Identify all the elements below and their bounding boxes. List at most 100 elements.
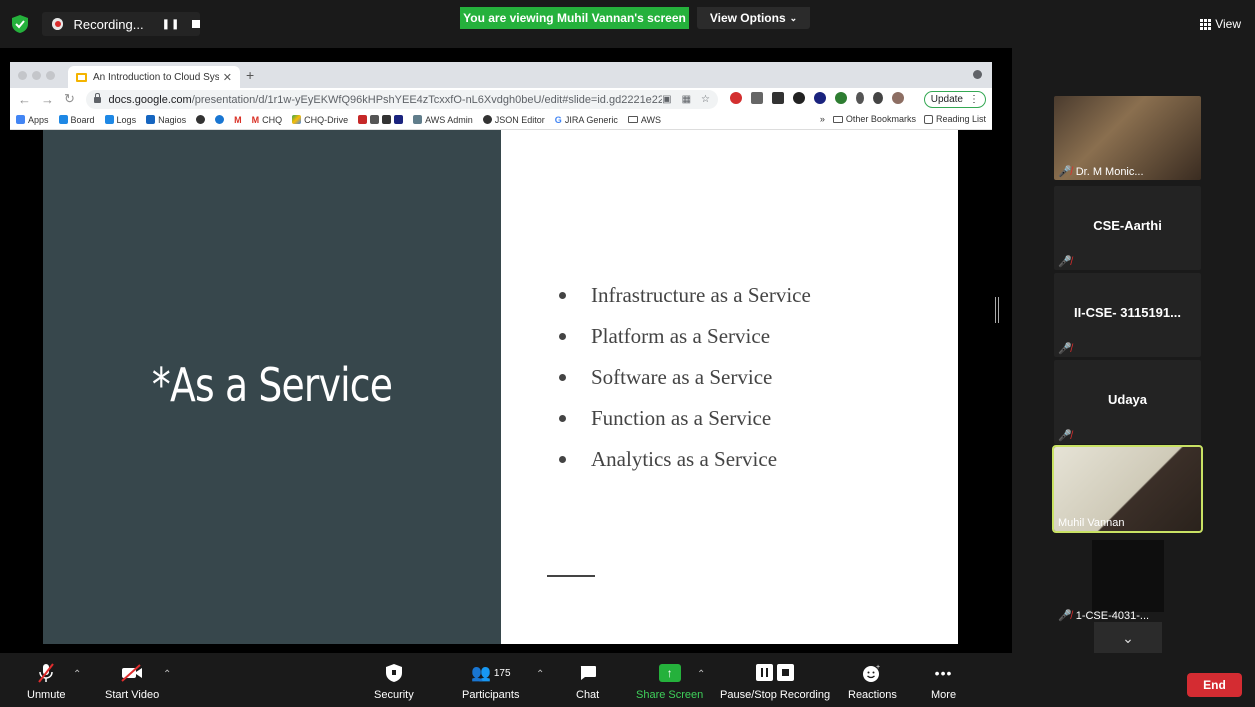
panel-resize-handle[interactable]	[995, 297, 999, 323]
extension-icon[interactable]	[793, 92, 805, 104]
new-tab-icon[interactable]: +	[246, 67, 254, 83]
chevron-up-icon[interactable]: ⌃	[163, 669, 171, 680]
mic-muted-icon: 🎤̸	[1058, 610, 1072, 622]
bookmark-icon	[215, 115, 225, 124]
share-icon-wrap: ↑	[658, 661, 681, 685]
view-button[interactable]: View	[1200, 17, 1241, 31]
close-icon[interactable]: ✕	[223, 71, 232, 84]
bookmark-json-editor[interactable]: JSON Editor	[482, 115, 545, 125]
share-screen-button[interactable]: ↑ Share Screen	[636, 661, 703, 701]
url-field[interactable]: docs.google.com /presentation/d/1r1w-yEy…	[86, 90, 718, 109]
bookmark-icon	[196, 115, 206, 124]
more-button[interactable]: ••• More	[931, 661, 956, 701]
jira-icon	[58, 115, 68, 124]
shield-icon[interactable]	[12, 15, 28, 33]
chevron-up-icon[interactable]: ⌃	[73, 669, 81, 680]
participant-count: 175	[493, 667, 511, 679]
jira-icon	[104, 115, 114, 124]
bookmark-icon-1[interactable]	[196, 115, 206, 124]
puzzle-icon[interactable]	[873, 92, 883, 104]
cast-icon[interactable]: ▣	[662, 94, 671, 105]
overflow-icon[interactable]: »	[820, 114, 825, 124]
security-shield-icon	[385, 661, 402, 685]
slide-left-panel: *As a Service	[43, 130, 501, 644]
start-video-button[interactable]: Start Video	[105, 661, 159, 701]
profile-icon[interactable]	[973, 70, 982, 79]
participant-tile[interactable]: 🎤̸ Dr. M Monic...	[1054, 96, 1201, 180]
aws-icon	[413, 115, 423, 124]
slide-title: *As a Service	[151, 358, 393, 412]
participants-label: Participants	[462, 689, 520, 701]
view-options-button[interactable]: View Options ⌄	[697, 7, 810, 29]
reactions-button[interactable]: + Reactions	[848, 661, 897, 701]
chat-label: Chat	[576, 689, 600, 701]
slide-right-panel: Infrastructure as a Service Platform as …	[501, 130, 958, 644]
window-controls[interactable]	[18, 71, 55, 80]
reading-list[interactable]: Reading List	[923, 114, 986, 124]
bookmark-gmail[interactable]: M	[234, 115, 242, 125]
extension-icon[interactable]	[751, 92, 763, 104]
chevron-up-icon[interactable]: ⌃	[536, 669, 544, 680]
bookmark-apps[interactable]: Apps	[16, 115, 49, 125]
extension-icon[interactable]	[835, 92, 847, 104]
bookmark-jira-generic[interactable]: G JIRA Generic	[555, 115, 618, 125]
bookmark-chq-drive[interactable]: CHQ-Drive	[292, 115, 348, 125]
bookmark-board[interactable]: Board	[58, 115, 95, 125]
security-button[interactable]: Security	[374, 661, 414, 701]
bookmark-aws-admin[interactable]: AWS Admin	[413, 115, 473, 125]
browser-tab[interactable]: An Introduction to Cloud Syste ✕	[68, 66, 240, 88]
more-icon: •••	[934, 665, 953, 681]
bookmark-aws[interactable]: AWS	[627, 115, 661, 125]
mic-muted-icon	[36, 661, 56, 685]
share-screen-icon: ↑	[658, 664, 681, 682]
browser-window: An Introduction to Cloud Syste ✕ + ← → ↻…	[10, 62, 992, 652]
end-button[interactable]: End	[1187, 673, 1242, 697]
tile-label: 🎤̸ 1-CSE-4031-...	[1058, 609, 1149, 623]
pause-icon[interactable]: ❚❚	[162, 19, 181, 30]
participant-tile-active-speaker[interactable]: Muhil Vannan	[1052, 445, 1203, 533]
unmute-button[interactable]: Unmute	[27, 661, 66, 701]
gallery-next-button[interactable]: ⌄	[1094, 622, 1162, 654]
participant-tile[interactable]: II-CSE- 3115191... 🎤̸	[1054, 273, 1201, 357]
forward-icon[interactable]: →	[41, 92, 54, 107]
tile-label: 🎤̸ Dr. M Monic...	[1058, 165, 1144, 179]
address-bar-row: ← → ↻ docs.google.com /presentation/d/1r…	[10, 88, 992, 110]
bookmark-icons[interactable]	[358, 115, 404, 124]
participants-button[interactable]: 👥 175 Participants	[462, 661, 519, 701]
tile-label: Muhil Vannan	[1058, 517, 1124, 529]
stop-icon[interactable]	[192, 20, 200, 28]
bullet-list: Infrastructure as a Service Platform as …	[556, 275, 811, 480]
chat-button[interactable]: Chat	[576, 661, 599, 701]
participant-tile[interactable]: 🎤̸ 1-CSE-4031-...	[1054, 540, 1201, 624]
reload-icon[interactable]: ↻	[64, 91, 75, 107]
security-label: Security	[374, 689, 414, 701]
bookmark-nagios[interactable]: Nagios	[146, 115, 186, 125]
url-path: /presentation/d/1r1w-yEyEKWfQ96kHPshYEE4…	[191, 93, 663, 106]
adblock-icon[interactable]	[730, 92, 742, 104]
back-icon[interactable]: ←	[18, 92, 31, 107]
bookmark-chq[interactable]: M CHQ	[252, 115, 283, 125]
qr-icon[interactable]: ▦	[682, 94, 691, 105]
bookmark-logs[interactable]: Logs	[104, 115, 136, 125]
star-icon[interactable]: ☆	[701, 94, 710, 105]
tab-bar: An Introduction to Cloud Syste ✕ +	[10, 62, 992, 88]
other-bookmarks[interactable]: Other Bookmarks	[832, 114, 916, 124]
pen-icon[interactable]	[856, 92, 864, 104]
bullet-item: Function as a Service	[556, 398, 811, 439]
participant-tile[interactable]: Udaya 🎤̸	[1054, 360, 1201, 444]
participant-tile[interactable]: CSE-Aarthi 🎤̸	[1054, 186, 1201, 270]
tile-label: 🎤̸	[1058, 342, 1072, 355]
json-icon	[482, 115, 492, 124]
kebab-icon: ⋮	[969, 94, 979, 105]
pause-stop-recording-button[interactable]: Pause/Stop Recording	[720, 661, 830, 701]
update-button[interactable]: Update ⋮	[923, 91, 986, 108]
chevron-up-icon[interactable]: ⌃	[697, 669, 705, 680]
extension-icon[interactable]	[814, 92, 826, 104]
bookmark-icon-2[interactable]	[215, 115, 225, 124]
avatar[interactable]	[892, 92, 904, 104]
view-options-label: View Options	[709, 11, 786, 25]
slide-viewport: *As a Service Infrastructure as a Servic…	[10, 130, 992, 652]
participants-icon: 👥	[470, 665, 491, 682]
extension-icon[interactable]	[772, 92, 784, 104]
mic-muted-icon: 🎤̸	[1058, 343, 1072, 355]
